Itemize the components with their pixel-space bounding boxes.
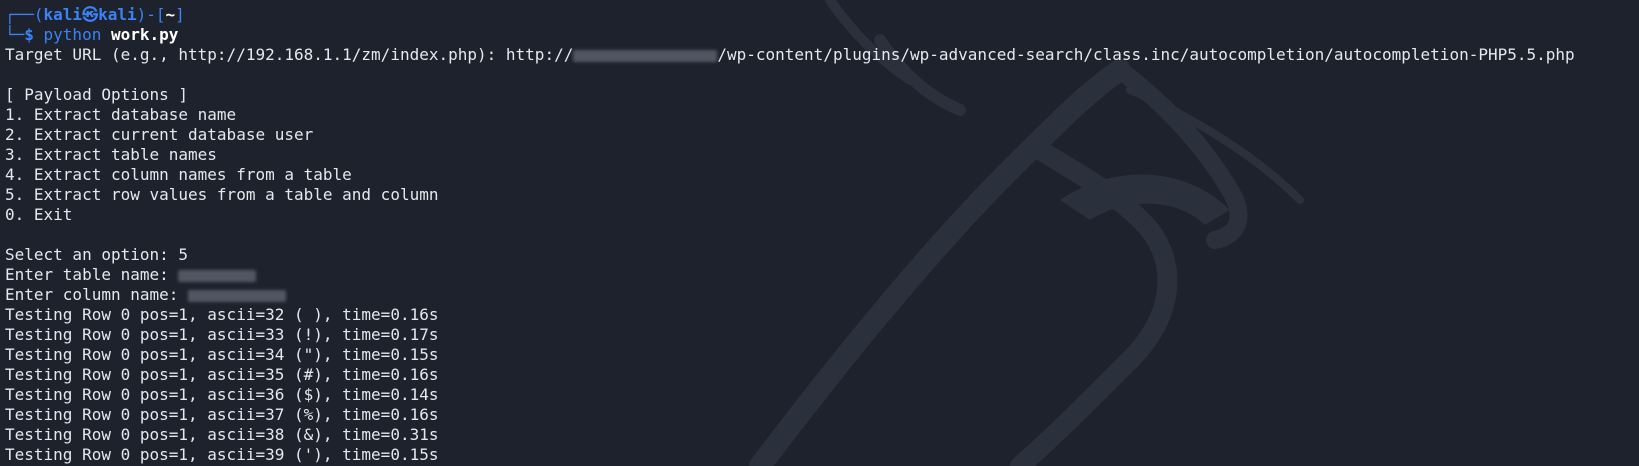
prompt-at-symbol: ㉿	[82, 5, 99, 24]
result-line: Testing Row 0 pos=1, ascii=38 (&), time=…	[5, 425, 439, 444]
menu-option: 1. Extract database name	[5, 105, 237, 124]
menu-option: 2. Extract current database user	[5, 125, 314, 144]
result-line: Testing Row 0 pos=1, ascii=33 (!), time=…	[5, 325, 439, 344]
target-url-path: /wp-content/plugins/wp-advanced-search/c…	[717, 45, 1575, 64]
result-line: Testing Row 0 pos=1, ascii=37 (%), time=…	[5, 405, 439, 424]
prompt-dollar: $	[24, 25, 44, 44]
prompt-user: kali	[43, 5, 83, 24]
prompt-mid: )-[	[136, 5, 166, 24]
menu-option: 3. Extract table names	[5, 145, 217, 164]
table-name-line: Enter table name:	[5, 265, 1639, 285]
redacted-column-name	[188, 289, 287, 302]
prompt-end: ]	[175, 5, 185, 24]
menu-header: [ Payload Options ]	[5, 85, 189, 104]
prompt-corner-bottom: └─	[5, 25, 25, 44]
result-line: Testing Row 0 pos=1, ascii=32 ( ), time=…	[5, 305, 439, 324]
terminal-output: ┌──(kali㉿kali)-[~] └─$ python work.py Ta…	[5, 5, 1639, 465]
column-name-line: Enter column name:	[5, 285, 1639, 305]
redacted-ip	[573, 49, 718, 62]
command-line: └─$ python work.py	[5, 25, 1639, 45]
menu-option: 4. Extract column names from a table	[5, 165, 352, 184]
result-line: Testing Row 0 pos=1, ascii=36 ($), time=…	[5, 385, 439, 404]
command-name: python	[43, 25, 102, 44]
select-option-line: Select an option: 5	[5, 245, 189, 264]
target-url-label: Target URL (e.g., http://192.168.1.1/zm/…	[5, 45, 574, 64]
column-name-prompt: Enter column name:	[5, 285, 189, 304]
prompt-corner-top: ┌──(	[5, 5, 44, 24]
menu-option: 5. Extract row values from a table and c…	[5, 185, 439, 204]
prompt-host: kali	[98, 5, 137, 24]
result-line: Testing Row 0 pos=1, ascii=34 ("), time=…	[5, 345, 439, 364]
menu-option: 0. Exit	[5, 205, 73, 224]
table-name-prompt: Enter table name:	[5, 265, 179, 284]
result-line: Testing Row 0 pos=1, ascii=39 ('), time=…	[5, 445, 439, 464]
target-url-line: Target URL (e.g., http://192.168.1.1/zm/…	[5, 45, 1639, 65]
prompt-line-top: ┌──(kali㉿kali)-[~]	[5, 5, 1639, 25]
command-script: work.py	[110, 25, 179, 44]
result-line: Testing Row 0 pos=1, ascii=35 (#), time=…	[5, 365, 439, 384]
prompt-cwd: ~	[165, 5, 176, 24]
redacted-table-name	[178, 269, 257, 282]
